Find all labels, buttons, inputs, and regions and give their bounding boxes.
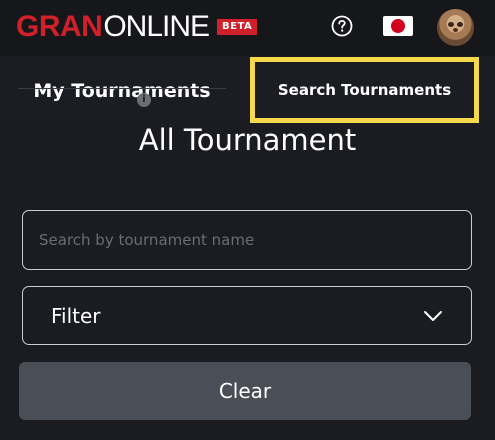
tab-my-tournaments[interactable]: My Tournaments	[18, 66, 226, 116]
info-icon[interactable]: i	[137, 93, 151, 107]
avatar-eye-right	[457, 22, 463, 27]
search-input[interactable]	[23, 211, 471, 269]
beta-badge: BETA	[217, 19, 258, 35]
gran-online-logo[interactable]: GRAN ONLINE BETA	[16, 10, 258, 43]
avatar-eye-left	[448, 22, 454, 27]
page-title: All Tournament	[138, 123, 357, 157]
flag-sun	[391, 19, 405, 33]
tab-search-tournaments[interactable]: Search Tournaments	[250, 57, 479, 123]
tab-my-tournaments-label: My Tournaments	[33, 80, 211, 102]
filter-select[interactable]: Filter	[22, 286, 472, 345]
chevron-down-icon	[424, 310, 442, 321]
japan-flag-icon[interactable]	[383, 16, 413, 36]
avatar-nose	[453, 28, 458, 32]
clear-button[interactable]: Clear	[19, 362, 471, 420]
tab-divider	[18, 88, 226, 89]
logo-gran-text: GRAN	[16, 10, 103, 43]
filter-label: Filter	[51, 303, 101, 328]
tab-search-tournaments-label: Search Tournaments	[277, 81, 452, 99]
search-field-container	[22, 210, 472, 270]
question-circle-icon[interactable]	[331, 15, 353, 37]
avatar[interactable]	[437, 9, 474, 46]
top-header: GRAN ONLINE BETA	[0, 0, 495, 56]
logo-online-text: ONLINE	[103, 10, 210, 43]
clear-button-label: Clear	[218, 379, 272, 403]
